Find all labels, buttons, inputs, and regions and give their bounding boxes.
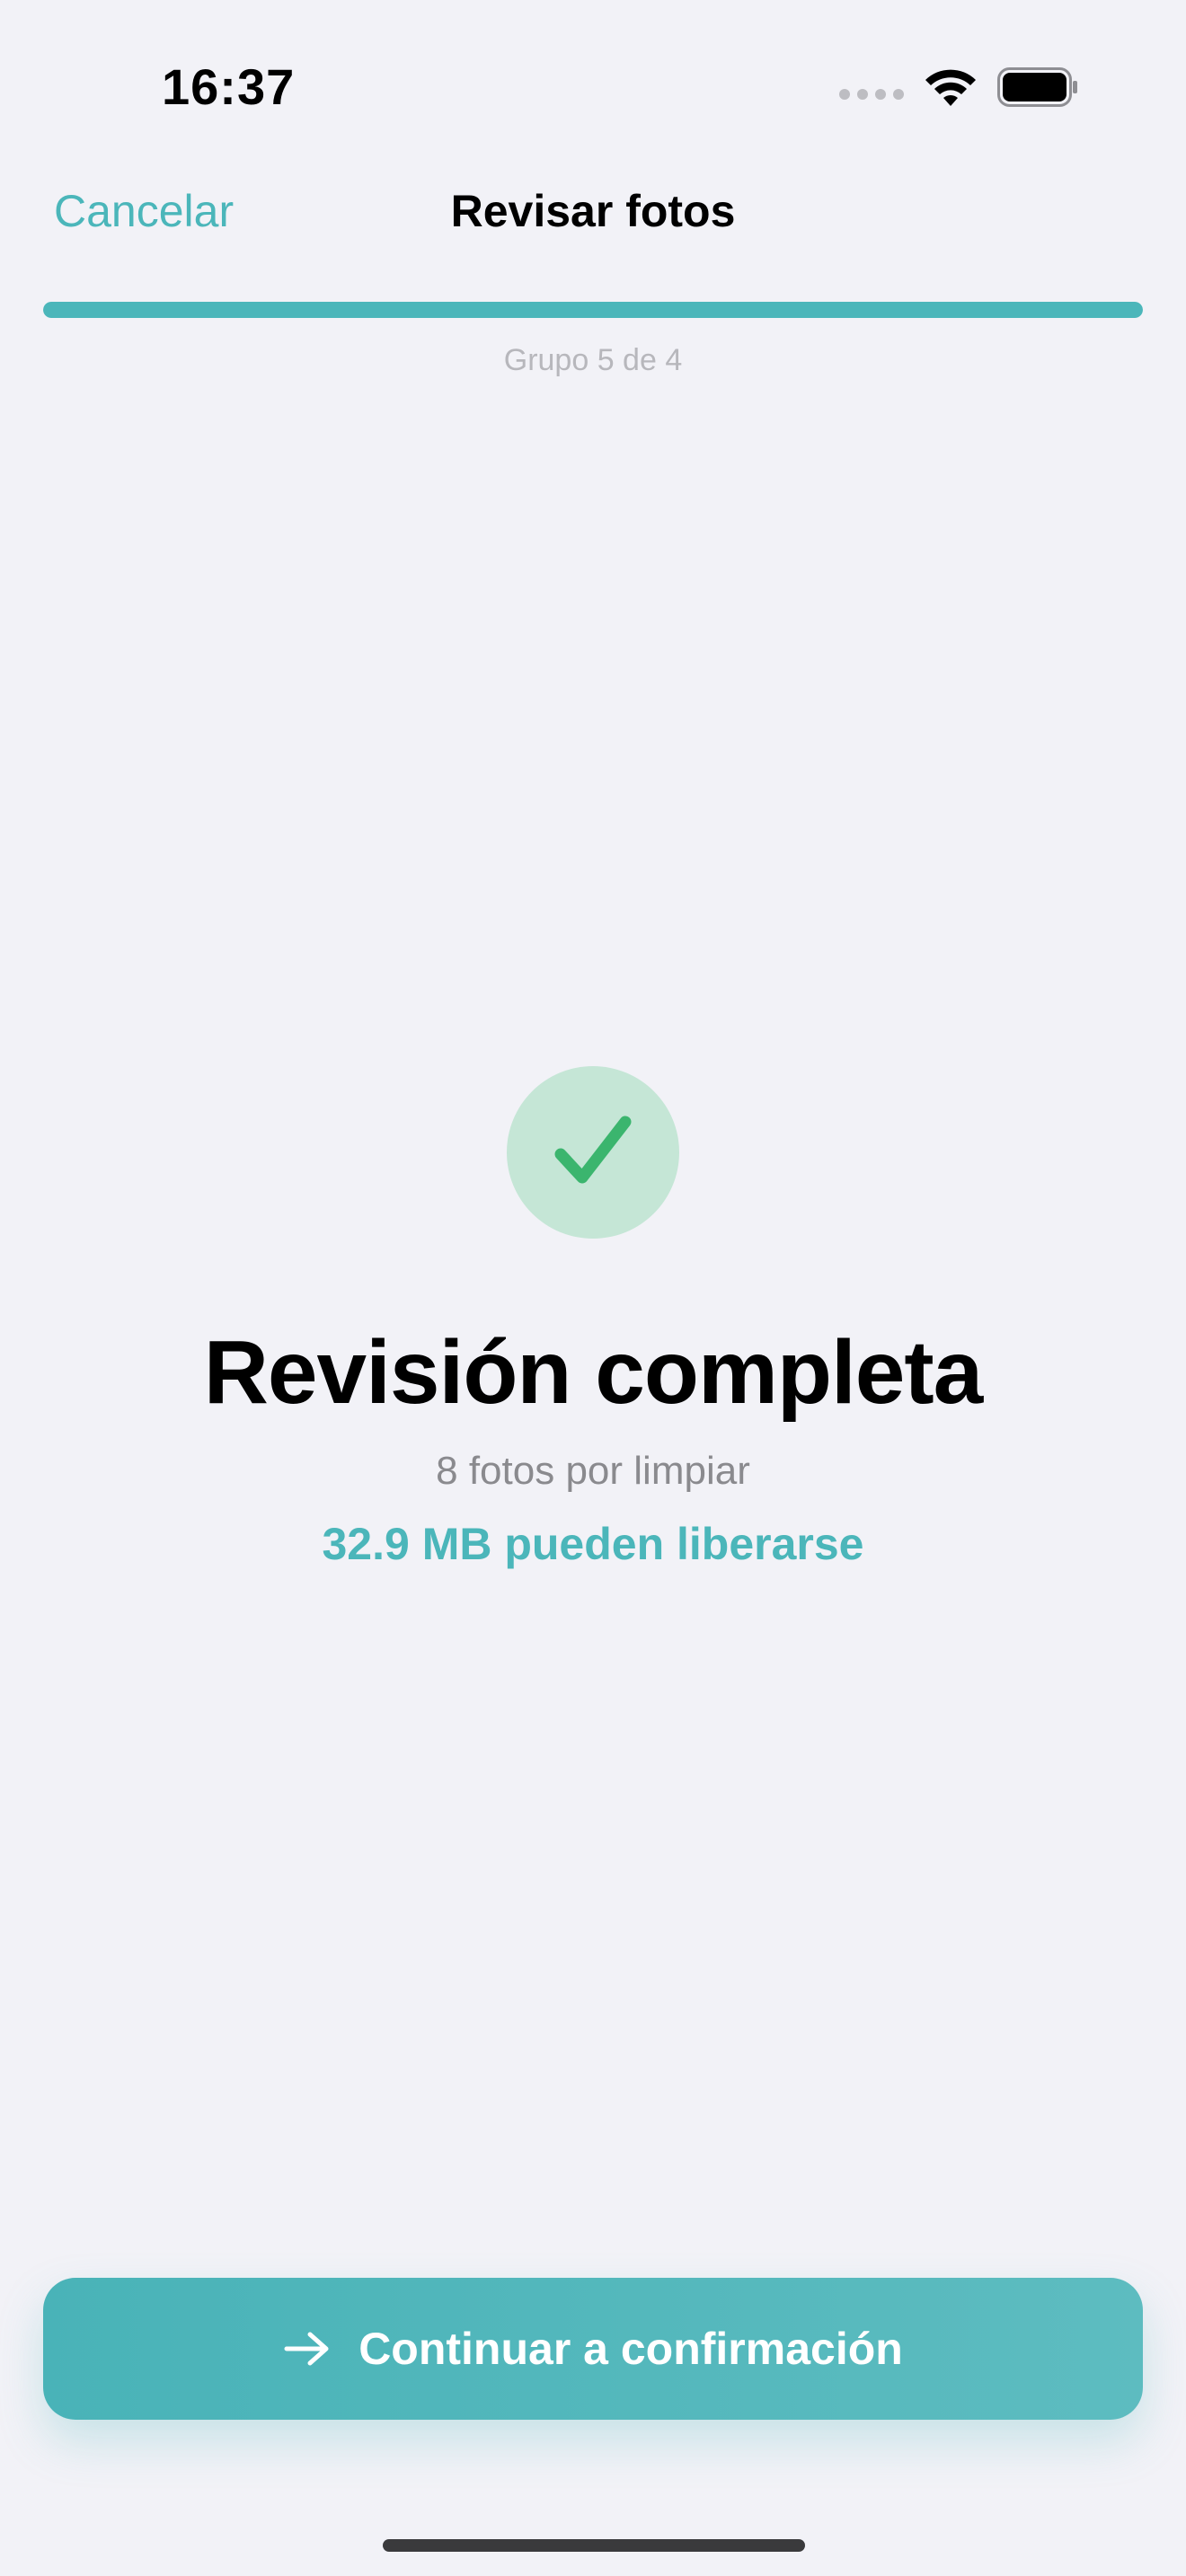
review-progress-bar bbox=[43, 302, 1143, 318]
continue-button[interactable]: Continuar a confirmación bbox=[43, 2278, 1143, 2420]
arrow-right-icon bbox=[284, 2332, 329, 2366]
photos-count-text: 8 fotos por limpiar bbox=[436, 1449, 750, 1493]
continue-button-label: Continuar a confirmación bbox=[358, 2324, 903, 2374]
status-icons bbox=[839, 63, 1078, 111]
home-indicator[interactable] bbox=[383, 2539, 805, 2552]
wifi-icon bbox=[925, 69, 976, 106]
progress-fill bbox=[43, 302, 1143, 318]
completion-headline: Revisión completa bbox=[203, 1322, 984, 1423]
success-badge bbox=[507, 1066, 679, 1239]
page-title: Revisar fotos bbox=[450, 186, 736, 236]
space-savings-text: 32.9 MB pueden liberarse bbox=[322, 1519, 864, 1569]
battery-icon bbox=[997, 67, 1077, 107]
signal-icon bbox=[839, 89, 904, 100]
group-counter: Grupo 5 de 4 bbox=[503, 343, 683, 377]
status-time: 16:37 bbox=[162, 58, 296, 115]
checkmark-icon bbox=[554, 1116, 632, 1184]
